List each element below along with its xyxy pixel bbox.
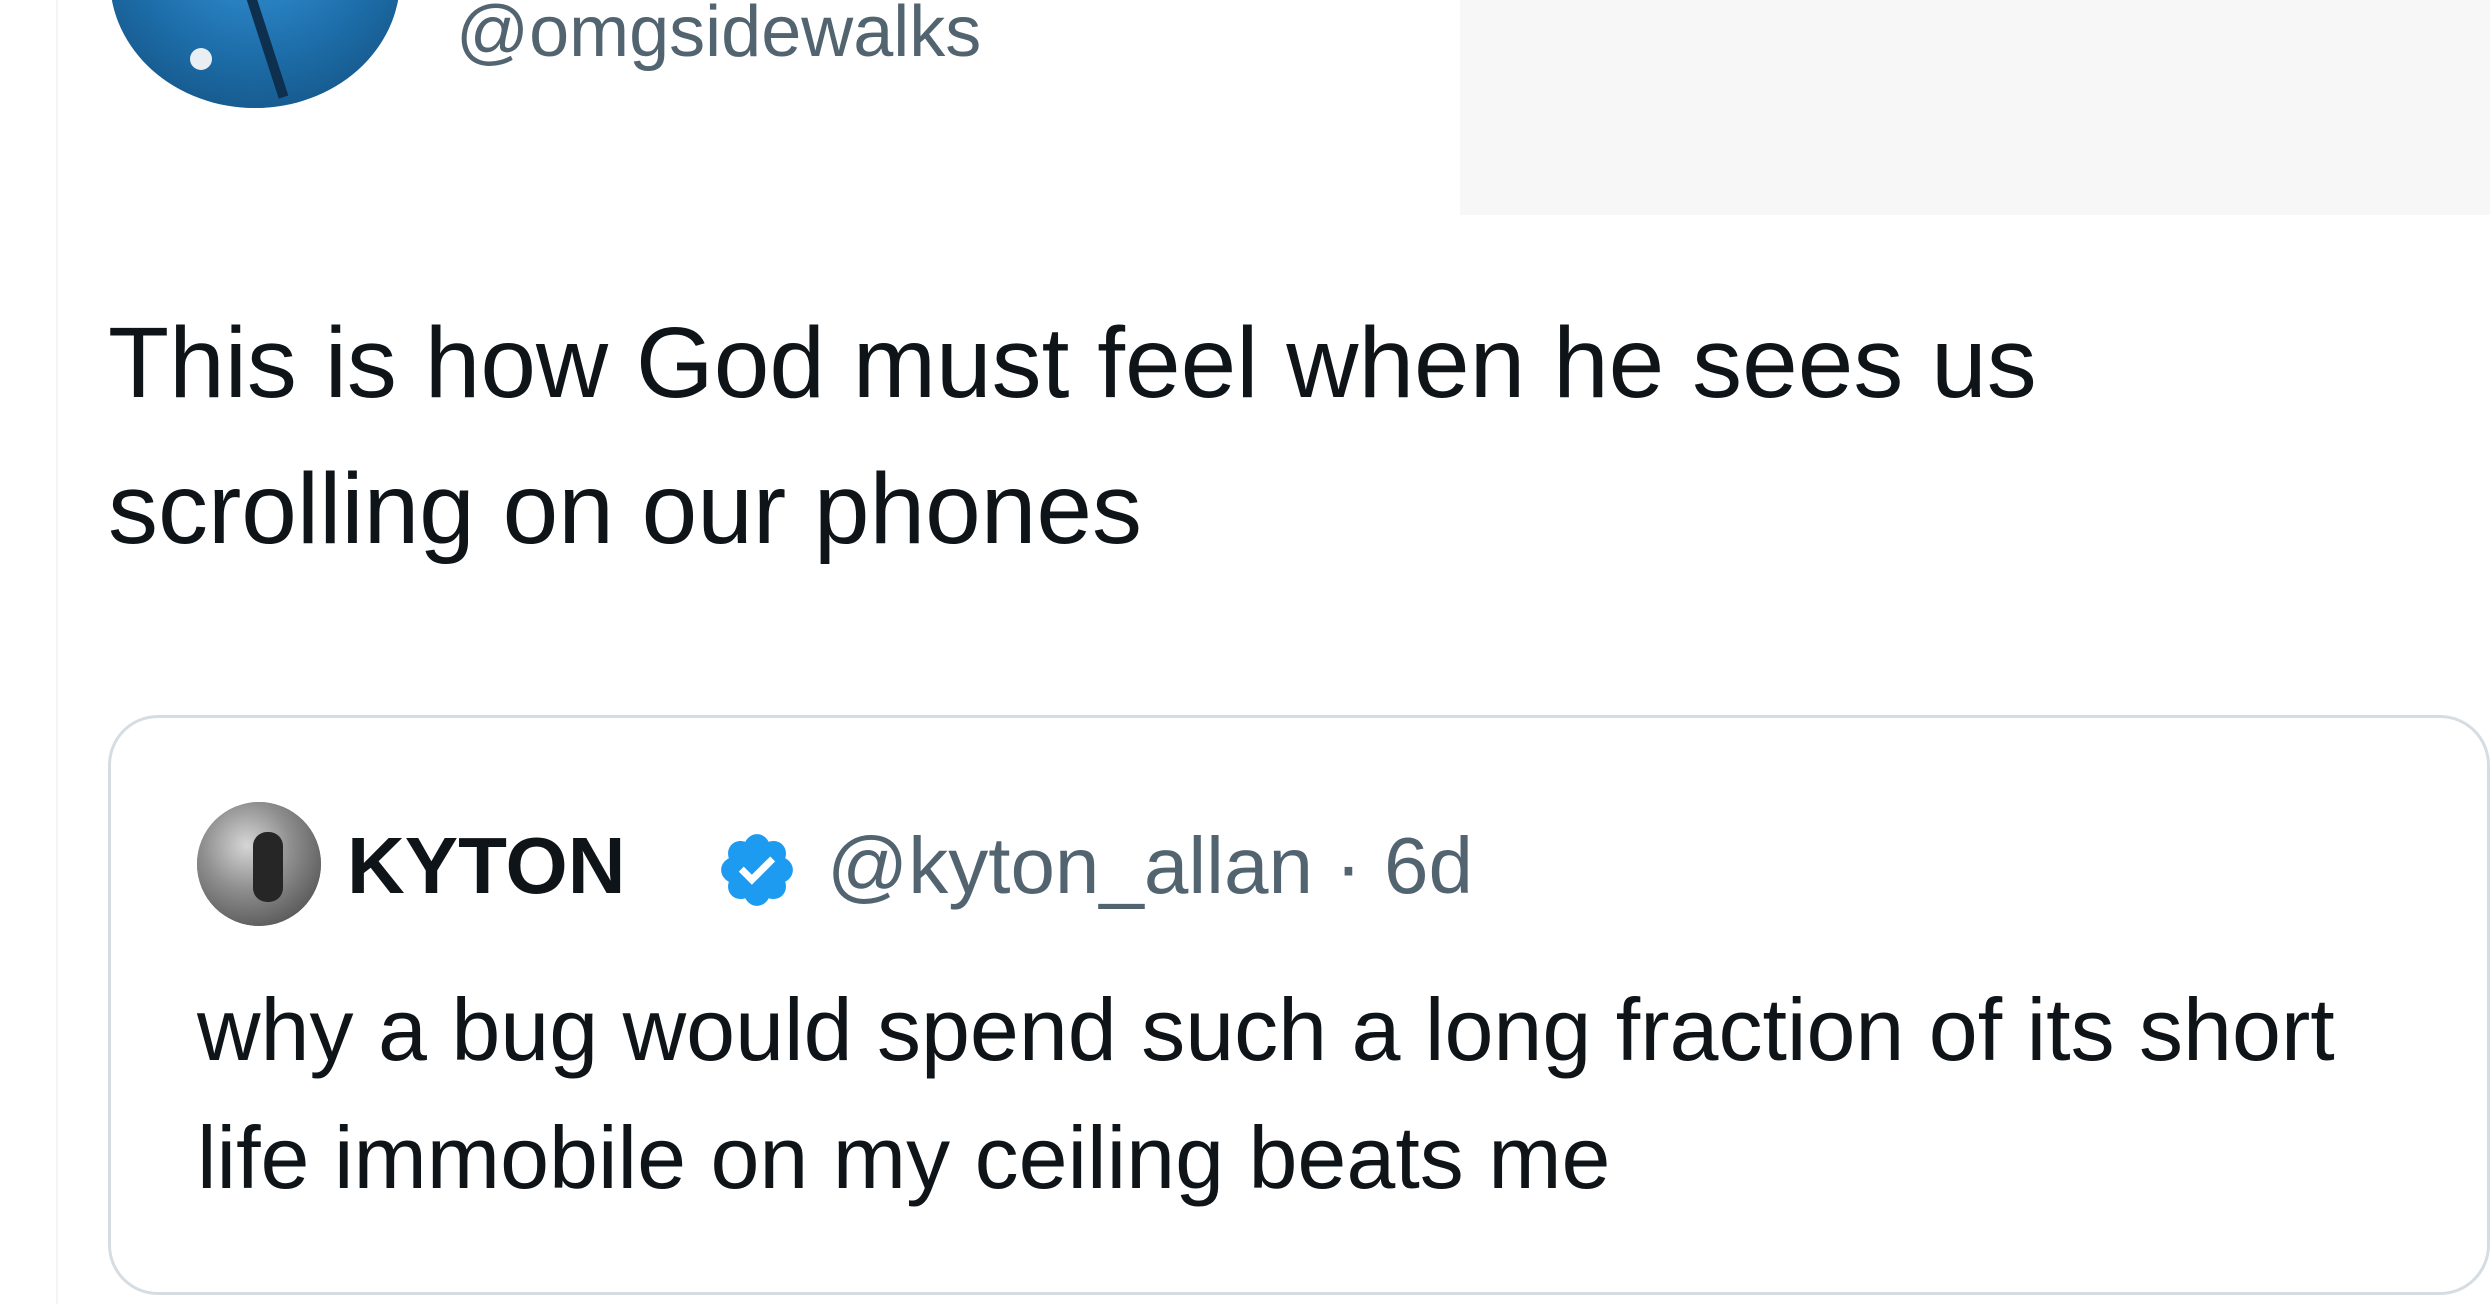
meta-separator: · bbox=[1335, 821, 1362, 910]
divider bbox=[56, 0, 58, 1304]
quoted-tweet-card[interactable]: KYTON @kyton_allan · 6d why a bug would … bbox=[108, 715, 2490, 1295]
tweet-text: This is how God must feel when he sees u… bbox=[108, 307, 2037, 565]
quoted-meta: @kyton_allan · 6d bbox=[827, 818, 1473, 914]
quoted-tweet-text: why a bug would spend such a long fracti… bbox=[197, 980, 2335, 1207]
quoted-author-handle[interactable]: @kyton_allan bbox=[827, 821, 1313, 910]
verified-badge-icon bbox=[721, 834, 793, 906]
avatar[interactable] bbox=[110, 0, 400, 108]
quoted-avatar[interactable] bbox=[197, 802, 321, 926]
quoted-avatar-figure bbox=[253, 832, 283, 902]
tweet[interactable]: @omgsidewalks This is how God must feel … bbox=[0, 0, 2490, 1304]
quoted-author-name[interactable]: KYTON bbox=[347, 818, 626, 914]
quoted-timestamp[interactable]: 6d bbox=[1384, 821, 1473, 910]
header-background bbox=[1460, 0, 2490, 215]
author-handle[interactable]: @omgsidewalks bbox=[456, 0, 981, 72]
avatar-detail bbox=[190, 48, 212, 70]
